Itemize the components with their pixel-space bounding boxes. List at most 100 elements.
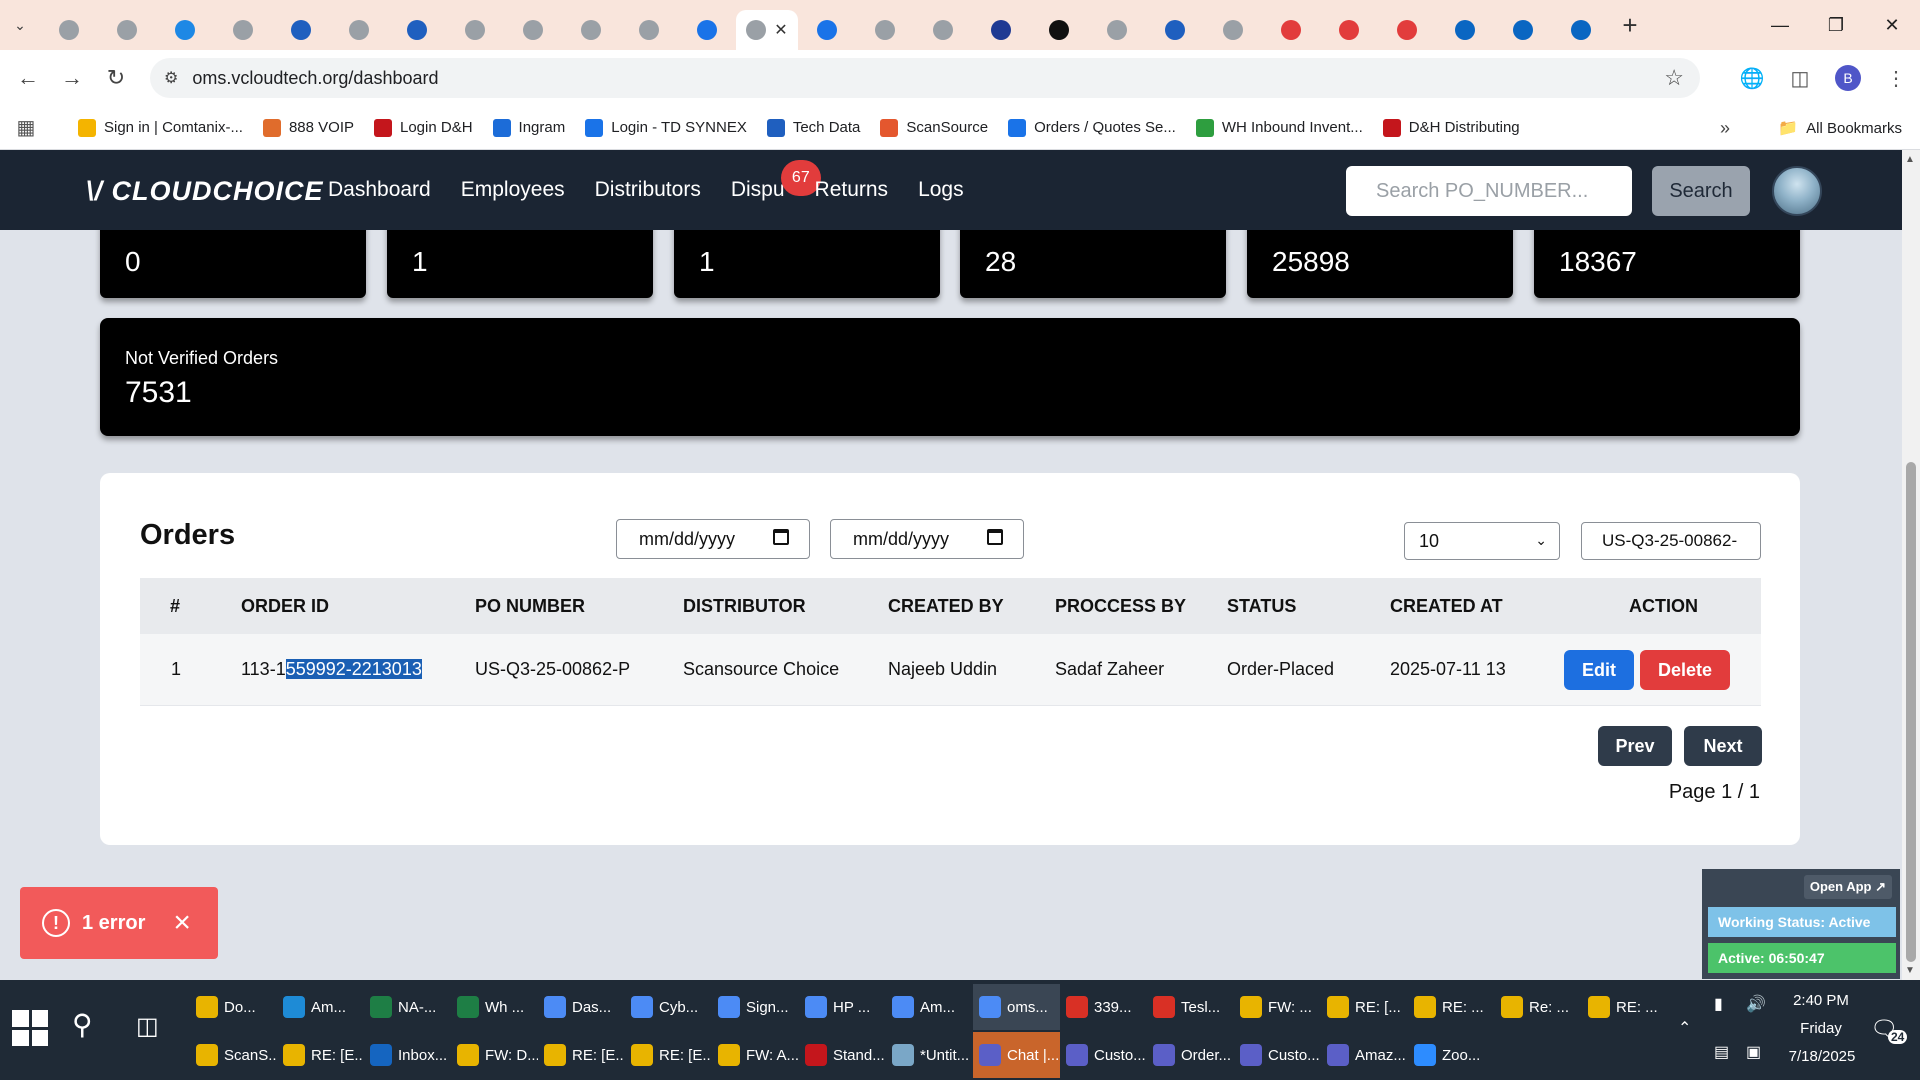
close-tab-icon[interactable]: ✕ <box>774 20 787 40</box>
browser-tab-active[interactable]: ✕ <box>736 10 798 50</box>
browser-tab[interactable] <box>1146 10 1204 50</box>
browser-tab[interactable] <box>1378 10 1436 50</box>
menu-kebab-icon[interactable]: ⋮ <box>1872 50 1920 106</box>
browser-tab[interactable] <box>1204 10 1262 50</box>
extensions-icon[interactable]: ◫ <box>1776 50 1824 106</box>
browser-tab[interactable] <box>678 10 736 50</box>
taskbar-app-button[interactable]: oms... <box>973 984 1060 1030</box>
bookmark-star-icon[interactable]: ☆ <box>1664 65 1684 91</box>
nav-disputes[interactable]: Dispu 67 <box>731 160 821 202</box>
nav-employees[interactable]: Employees <box>461 178 565 202</box>
minimize-icon[interactable]: — <box>1752 0 1808 50</box>
page-scrollbar[interactable]: ▲ ▼ <box>1902 150 1920 980</box>
browser-tab[interactable] <box>562 10 620 50</box>
taskbar-app-button[interactable]: RE: [... <box>1321 984 1408 1030</box>
app-logo[interactable]: \/ CLOUDCHOICE <box>86 176 324 207</box>
translate-icon[interactable]: 🌐 <box>1728 50 1776 106</box>
taskbar-app-button[interactable]: Stand... <box>799 1032 886 1078</box>
browser-tab[interactable] <box>98 10 156 50</box>
bookmark-item[interactable]: 888 VOIP <box>262 118 354 137</box>
taskbar-app-button[interactable]: HP ... <box>799 984 886 1030</box>
clock-time[interactable]: 2:40 PM <box>1786 992 1856 1009</box>
bookmark-item[interactable]: Tech Data <box>766 118 860 137</box>
taskbar-app-button[interactable]: Re: ... <box>1495 984 1582 1030</box>
taskbar-app-button[interactable]: Order... <box>1147 1032 1234 1078</box>
nav-dashboard[interactable]: Dashboard <box>328 178 431 202</box>
taskbar-app-button[interactable]: Zoo... <box>1408 1032 1495 1078</box>
edit-button[interactable]: Edit <box>1564 650 1634 690</box>
taskbar-app-button[interactable]: Das... <box>538 984 625 1030</box>
nav-returns[interactable]: Returns <box>815 178 889 202</box>
scroll-down-icon[interactable]: ▼ <box>1905 965 1915 976</box>
per-page-select[interactable]: 10 ⌄ <box>1404 522 1560 560</box>
taskbar-app-button[interactable]: Am... <box>277 984 364 1030</box>
browser-tab[interactable] <box>156 10 214 50</box>
taskbar-app-button[interactable]: RE: [E... <box>277 1032 364 1078</box>
browser-tab[interactable] <box>972 10 1030 50</box>
scroll-up-icon[interactable]: ▲ <box>1905 154 1915 165</box>
restore-icon[interactable]: ❐ <box>1808 0 1864 50</box>
delete-button[interactable]: Delete <box>1640 650 1730 690</box>
site-info-icon[interactable]: ⚙ <box>164 68 178 88</box>
battery-icon[interactable]: ▮ <box>1714 994 1723 1014</box>
new-tab-button[interactable]: + <box>1610 0 1650 50</box>
network-icon[interactable]: ▤ <box>1714 1042 1729 1062</box>
taskbar-app-button[interactable]: Custo... <box>1060 1032 1147 1078</box>
open-app-button[interactable]: Open App ↗ <box>1803 875 1892 899</box>
taskbar-app-button[interactable]: RE: [E... <box>625 1032 712 1078</box>
bookmark-item[interactable]: ScanSource <box>880 118 988 137</box>
taskbar-app-button[interactable]: ScanS... <box>190 1032 277 1078</box>
taskbar-app-button[interactable]: FW: D... <box>451 1032 538 1078</box>
taskbar-app-button[interactable]: FW: ... <box>1234 984 1321 1030</box>
browser-tab[interactable] <box>1030 10 1088 50</box>
taskbar-app-button[interactable]: *Untit... <box>886 1032 973 1078</box>
prev-button[interactable]: Prev <box>1598 726 1672 766</box>
browser-tab[interactable] <box>388 10 446 50</box>
windows-start-icon[interactable] <box>12 1010 48 1046</box>
taskbar-app-button[interactable]: 339... <box>1060 984 1147 1030</box>
browser-tab[interactable] <box>1262 10 1320 50</box>
taskbar-app-button[interactable]: Chat |... <box>973 1032 1060 1078</box>
taskbar-app-button[interactable]: Am... <box>886 984 973 1030</box>
taskbar-app-button[interactable]: RE: [E... <box>538 1032 625 1078</box>
profile-button[interactable]: B <box>1824 50 1872 106</box>
bookmark-item[interactable]: Login - TD SYNNEX <box>585 118 747 137</box>
volume-icon[interactable]: 🔊 <box>1746 994 1766 1014</box>
taskbar-app-button[interactable]: NA-... <box>364 984 451 1030</box>
browser-tab[interactable] <box>1436 10 1494 50</box>
browser-tab[interactable] <box>272 10 330 50</box>
browser-tab[interactable] <box>330 10 388 50</box>
forward-icon[interactable]: → <box>50 56 94 100</box>
bookmark-item[interactable]: Login D&H <box>374 118 473 137</box>
taskbar-app-button[interactable]: Tesl... <box>1147 984 1234 1030</box>
taskbar-app-button[interactable]: FW: A... <box>712 1032 799 1078</box>
browser-tab[interactable] <box>1552 10 1610 50</box>
bookmark-item[interactable]: Orders / Quotes Se... <box>1008 118 1176 137</box>
taskbar-app-button[interactable]: Amaz... <box>1321 1032 1408 1078</box>
more-bookmarks-icon[interactable]: » <box>1720 118 1730 139</box>
calendar-icon[interactable] <box>987 529 1003 545</box>
browser-tab[interactable] <box>1320 10 1378 50</box>
calendar-icon[interactable] <box>773 529 789 545</box>
scrollbar-thumb[interactable] <box>1906 462 1916 962</box>
close-window-icon[interactable]: ✕ <box>1864 0 1920 50</box>
browser-tab[interactable] <box>620 10 678 50</box>
all-bookmarks-button[interactable]: 📁 All Bookmarks <box>1778 118 1902 138</box>
bookmark-item[interactable]: D&H Distributing <box>1382 118 1520 137</box>
browser-tab[interactable] <box>446 10 504 50</box>
browser-tab[interactable] <box>798 10 856 50</box>
browser-tab[interactable] <box>1088 10 1146 50</box>
browser-tab[interactable] <box>914 10 972 50</box>
taskbar-app-button[interactable]: Do... <box>190 984 277 1030</box>
browser-tab[interactable] <box>1494 10 1552 50</box>
next-button[interactable]: Next <box>1684 726 1762 766</box>
user-avatar[interactable] <box>1772 166 1822 216</box>
po-filter-input[interactable]: US-Q3-25-00862- <box>1581 522 1761 560</box>
po-search-input[interactable] <box>1346 166 1632 216</box>
back-icon[interactable]: ← <box>6 56 50 100</box>
taskbar-app-button[interactable]: RE: ... <box>1408 984 1495 1030</box>
date-to-input[interactable]: mm/dd/yyyy <box>830 519 1024 559</box>
taskbar-app-button[interactable]: Inbox... <box>364 1032 451 1078</box>
bookmark-item[interactable]: Sign in | Comtanix-... <box>78 118 243 137</box>
address-bar[interactable]: ⚙ oms.vcloudtech.org/dashboard ☆ <box>150 58 1700 98</box>
